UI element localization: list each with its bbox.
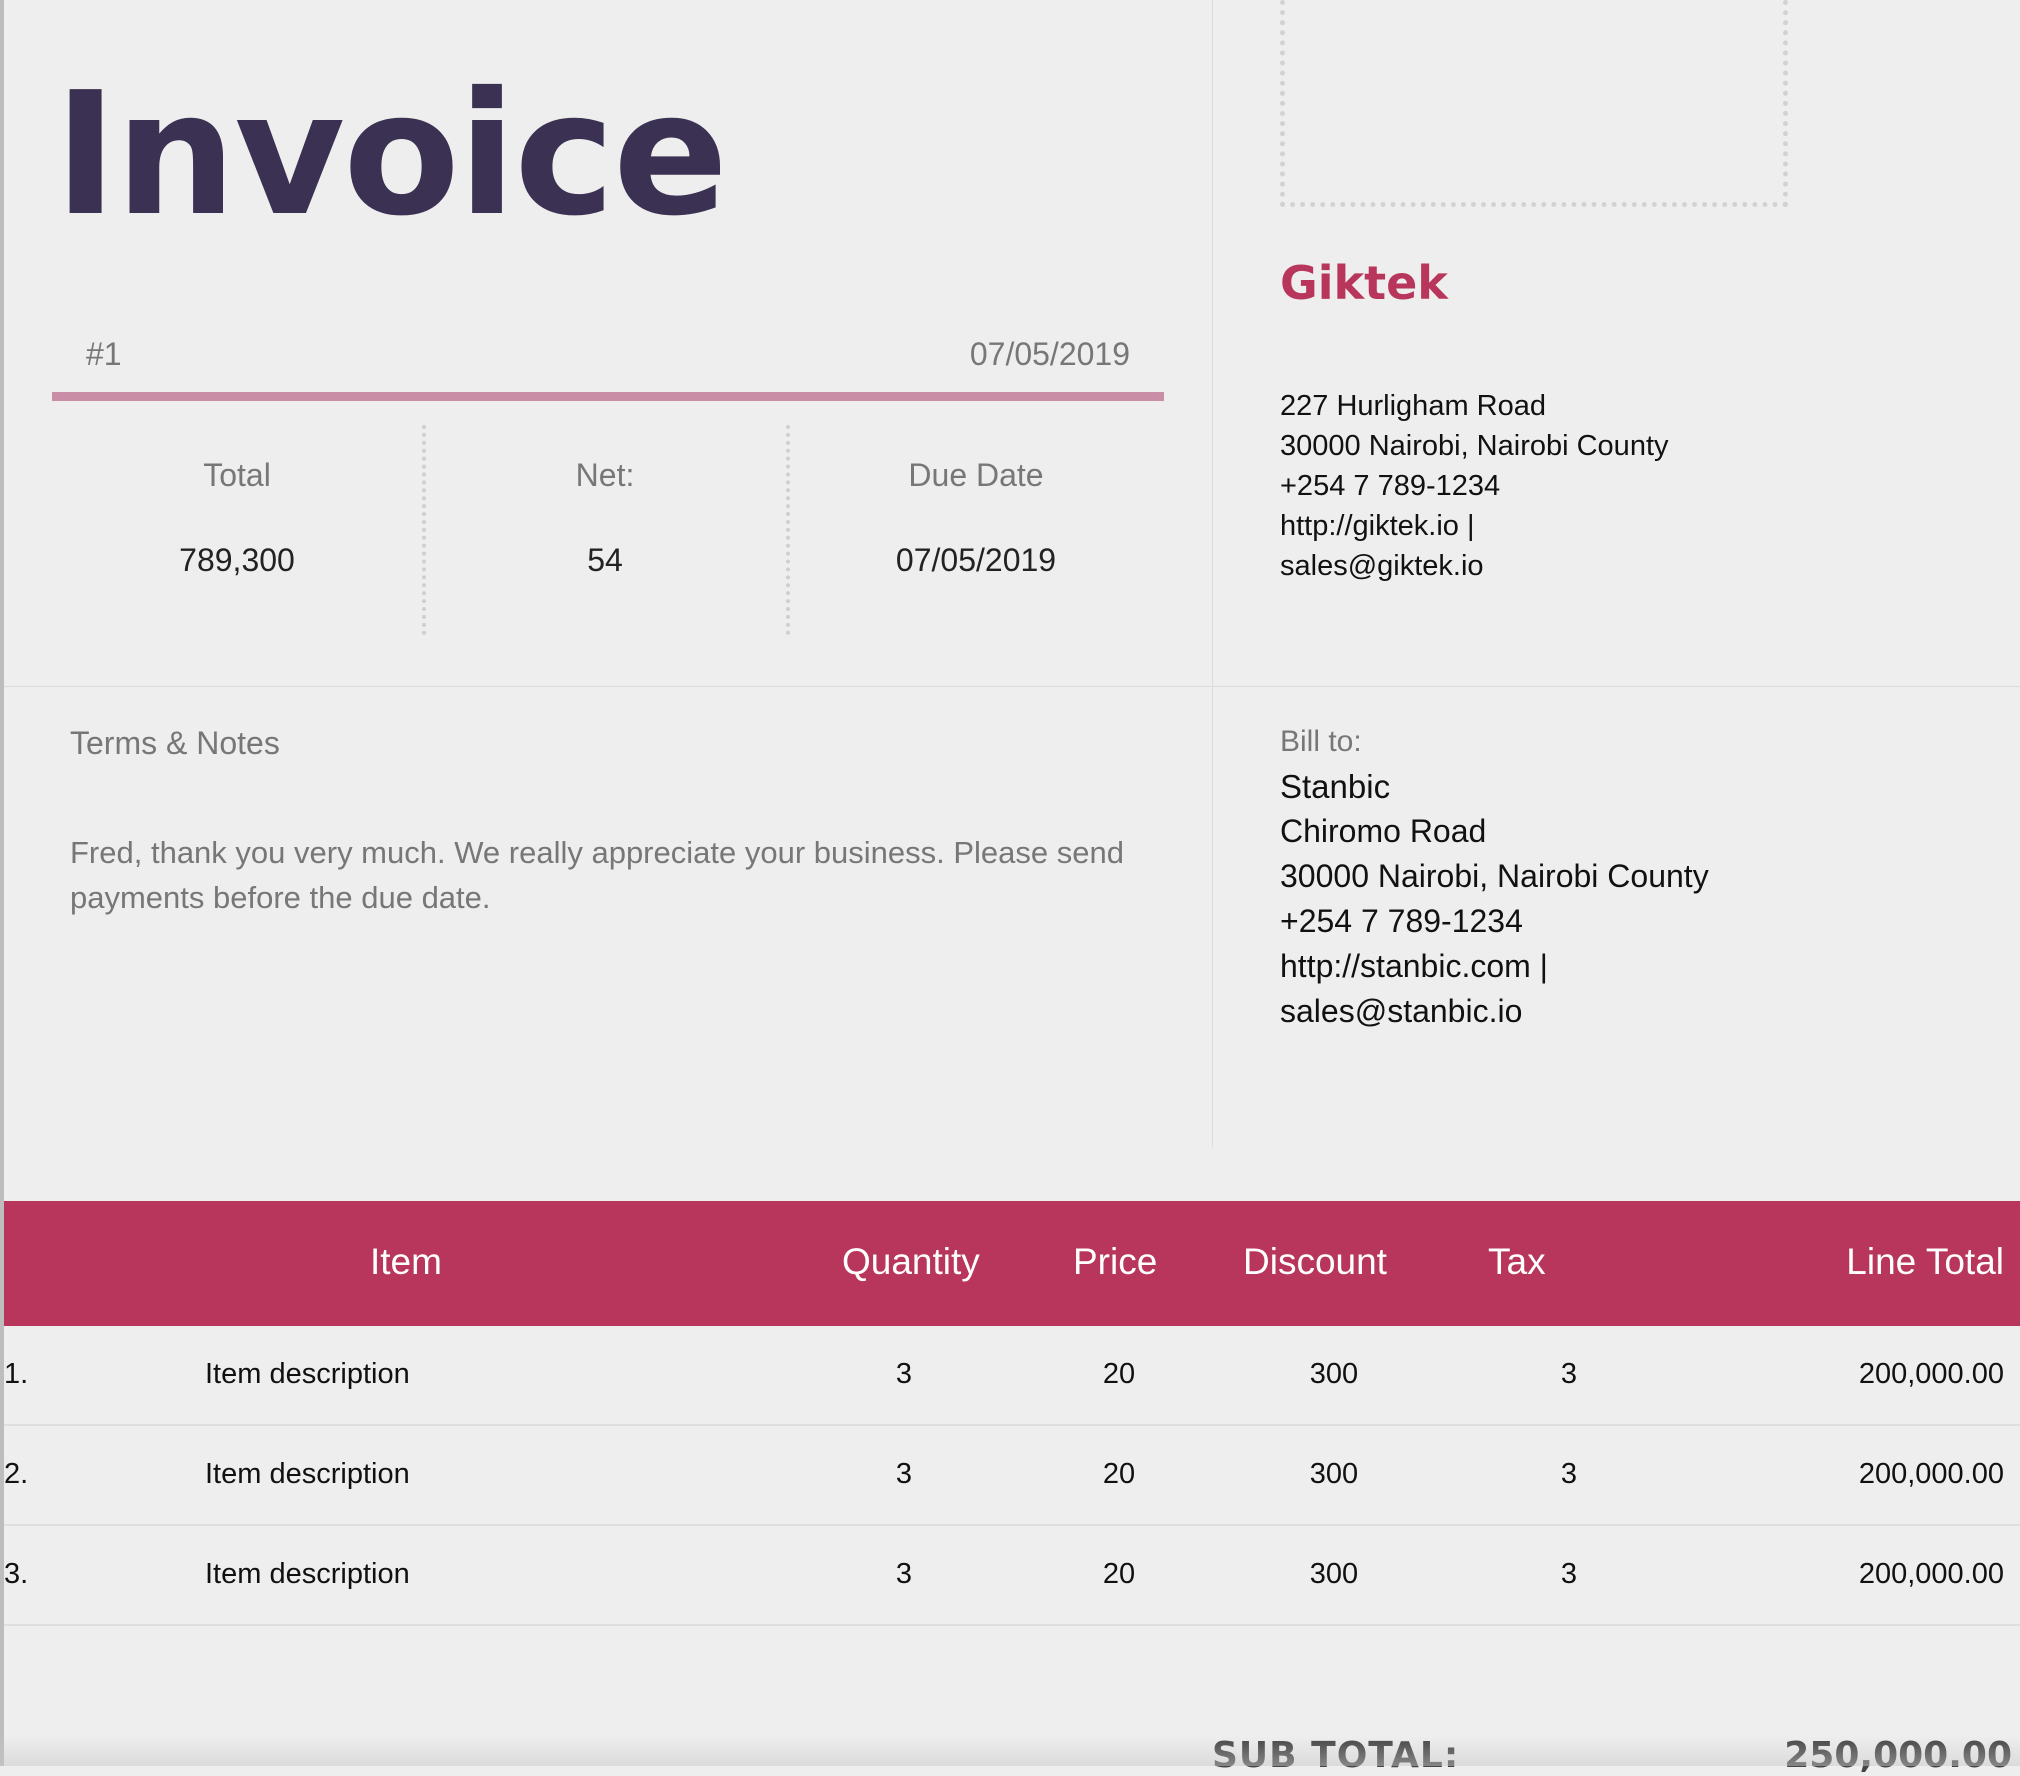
row-index: 1. bbox=[4, 1358, 29, 1390]
row-line-total: 200,000.00 bbox=[1858, 1558, 2004, 1590]
column-header-tax: Tax bbox=[1488, 1241, 1546, 1282]
row-tax: 3 bbox=[1560, 1458, 1578, 1490]
summary-net-value: 54 bbox=[587, 542, 623, 578]
column-header-item: Item bbox=[370, 1241, 442, 1282]
summary-net-label: Net: bbox=[575, 457, 635, 493]
summary-total: Total 789,300 bbox=[52, 425, 422, 635]
row-item: Item description bbox=[205, 1458, 410, 1490]
company-address: 227 Hurligham Road 30000 Nairobi, Nairob… bbox=[1280, 386, 1669, 586]
row-discount: 300 bbox=[1309, 1458, 1359, 1490]
summary-net: Net: 54 bbox=[422, 425, 788, 635]
terms-text: Fred, thank you very much. We really app… bbox=[70, 835, 1124, 915]
row-index: 3. bbox=[4, 1558, 29, 1590]
row-item: Item description bbox=[205, 1558, 410, 1590]
column-header-price: Price bbox=[1073, 1241, 1158, 1282]
company-name: Giktek bbox=[1280, 256, 1448, 310]
invoice-number: #1 bbox=[86, 336, 122, 372]
summary-due-date: Due Date 07/05/2019 bbox=[788, 425, 1164, 635]
bill-to-address: Stanbic Chiromo Road 30000 Nairobi, Nair… bbox=[1280, 764, 1709, 1034]
column-header-discount: Discount bbox=[1243, 1241, 1387, 1282]
company-address-line2: 30000 Nairobi, Nairobi County bbox=[1280, 430, 1669, 462]
terms-label: Terms & Notes bbox=[70, 725, 280, 761]
invoice-title: Invoice bbox=[54, 56, 728, 254]
company-phone: +254 7 789-1234 bbox=[1280, 470, 1501, 502]
table-row: 2. Item description 3 20 300 3 200,000.0… bbox=[4, 1426, 2020, 1526]
summary-total-value: 789,300 bbox=[179, 542, 295, 578]
accent-rule bbox=[52, 392, 1164, 401]
bill-to-address-line1: Chiromo Road bbox=[1280, 813, 1487, 849]
row-discount: 300 bbox=[1309, 1558, 1359, 1590]
column-divider bbox=[1212, 0, 1213, 1147]
row-quantity: 3 bbox=[895, 1558, 913, 1590]
summary-due-label: Due Date bbox=[908, 457, 1044, 493]
company-email[interactable]: sales@giktek.io bbox=[1280, 546, 1669, 586]
table-row: 3. Item description 3 20 300 3 200,000.0… bbox=[4, 1526, 2020, 1626]
row-discount: 300 bbox=[1309, 1358, 1359, 1390]
row-price: 20 bbox=[1102, 1458, 1136, 1490]
bill-to-name: Stanbic bbox=[1280, 768, 1391, 805]
column-header-line-total: Line Total bbox=[1846, 1241, 2004, 1282]
bill-to-website[interactable]: http://stanbic.com | bbox=[1280, 944, 1709, 989]
row-index: 2. bbox=[4, 1458, 29, 1490]
row-line-total: 200,000.00 bbox=[1858, 1458, 2004, 1490]
logo-placeholder[interactable] bbox=[1280, 0, 1788, 207]
row-tax: 3 bbox=[1560, 1358, 1578, 1390]
bill-to-label: Bill to: bbox=[1280, 725, 1362, 758]
row-item: Item description bbox=[205, 1358, 410, 1390]
company-website[interactable]: http://giktek.io | bbox=[1280, 506, 1669, 546]
row-price: 20 bbox=[1102, 1358, 1136, 1390]
bill-to-address-line2: 30000 Nairobi, Nairobi County bbox=[1280, 858, 1709, 894]
row-tax: 3 bbox=[1560, 1558, 1578, 1590]
row-quantity: 3 bbox=[895, 1358, 913, 1390]
summary-due-value: 07/05/2019 bbox=[895, 542, 1057, 578]
items-table-header: Item Quantity Price Discount Tax Line To… bbox=[4, 1201, 2020, 1326]
section-divider bbox=[4, 686, 2020, 687]
row-quantity: 3 bbox=[895, 1458, 913, 1490]
company-address-line1: 227 Hurligham Road bbox=[1280, 390, 1546, 422]
summary-total-label: Total bbox=[203, 457, 271, 493]
row-price: 20 bbox=[1102, 1558, 1136, 1590]
row-line-total: 200,000.00 bbox=[1858, 1358, 2004, 1390]
column-header-quantity: Quantity bbox=[842, 1241, 980, 1282]
table-row: 1. Item description 3 20 300 3 200,000.0… bbox=[4, 1326, 2020, 1426]
invoice-date: 07/05/2019 bbox=[969, 336, 1130, 372]
bill-to-phone: +254 7 789-1234 bbox=[1280, 903, 1523, 939]
page-bottom-shadow bbox=[0, 1736, 2020, 1766]
bill-to-email[interactable]: sales@stanbic.io bbox=[1280, 989, 1709, 1034]
